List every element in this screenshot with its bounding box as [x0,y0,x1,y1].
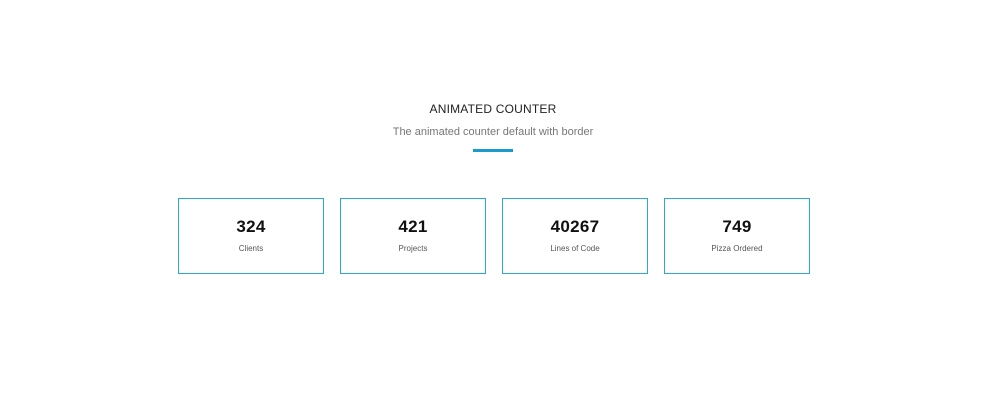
counter-label: Lines of Code [550,244,600,253]
counter-value: 324 [236,217,266,236]
counter-card-pizza-ordered: 749 Pizza Ordered [664,198,810,274]
section-title: ANIMATED COUNTER [429,102,557,116]
counter-row: 324 Clients 421 Projects 40267 Lines of … [178,198,810,274]
counter-value: 40267 [550,217,600,236]
section-subtitle: The animated counter default with border [392,126,594,138]
counter-card-clients: 324 Clients [178,198,324,274]
counter-label: Clients [238,244,264,253]
counter-label: Projects [398,244,428,253]
page: ANIMATED COUNTER The animated counter de… [0,0,1000,405]
counter-label: Pizza Ordered [711,244,763,253]
section-header: ANIMATED COUNTER The animated counter de… [0,101,986,152]
accent-divider [473,149,513,152]
counter-card-lines-of-code: 40267 Lines of Code [502,198,648,274]
counter-card-projects: 421 Projects [340,198,486,274]
counter-value: 421 [398,217,428,236]
counter-value: 749 [722,217,752,236]
